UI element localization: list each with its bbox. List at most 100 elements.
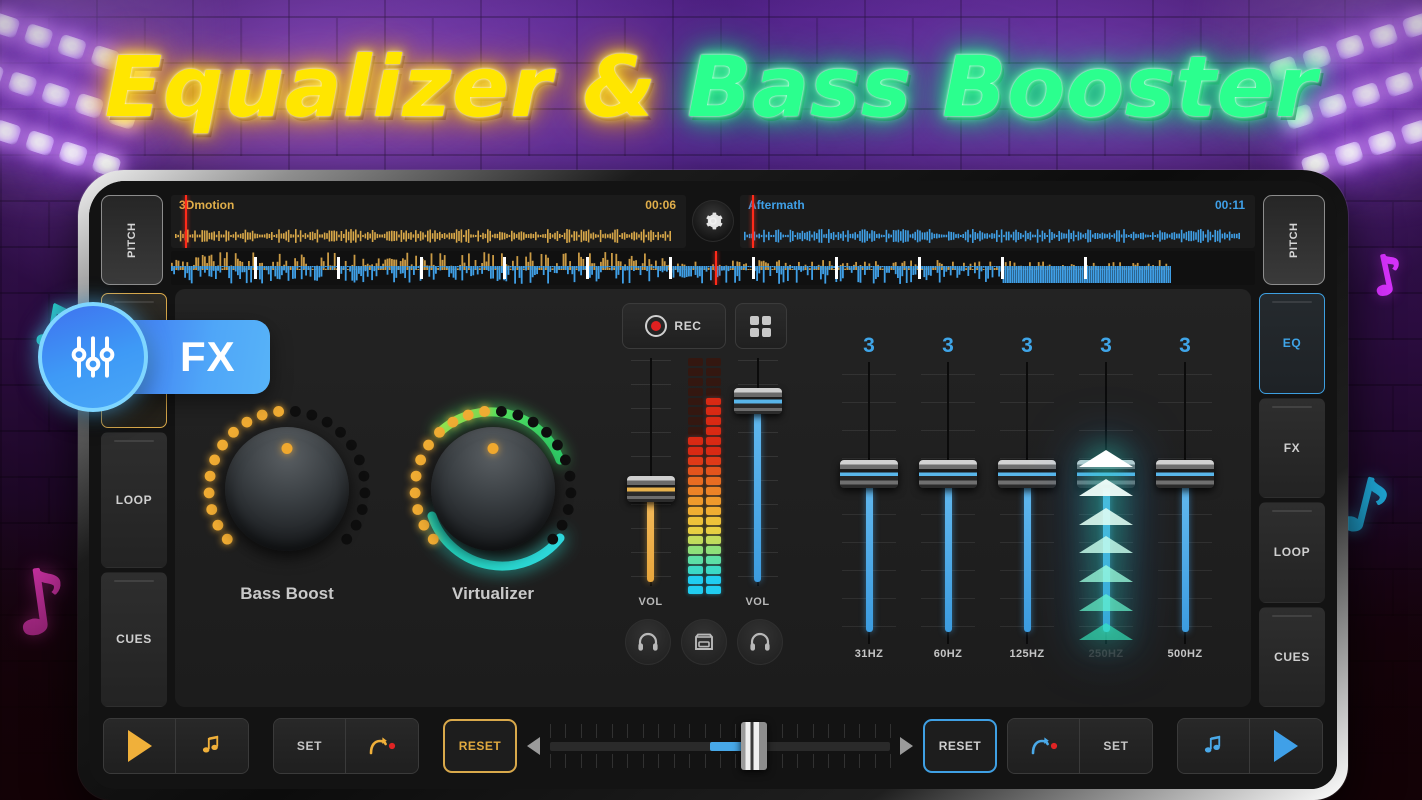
bass-boost-knob-group[interactable]: Bass Boost xyxy=(192,388,382,608)
eq-value-125hz: 3 xyxy=(1021,334,1033,357)
page-title: Equalizer & Bass Booster xyxy=(0,38,1422,136)
right-tab-strip: EQ FX LOOP CUES xyxy=(1259,289,1325,707)
sidebar-item-eq-right[interactable]: EQ xyxy=(1259,293,1325,394)
sidebar-item-loop-left[interactable]: LOOP xyxy=(101,432,167,568)
transport-bar: SET RESET RESET SET xyxy=(89,707,1337,789)
play-icon xyxy=(127,730,152,762)
deck-left[interactable]: 3Dmotion 00:06 xyxy=(171,195,686,248)
headphones-icon xyxy=(750,632,770,651)
eq-band-250hz[interactable]: 3 250HZ xyxy=(1077,334,1135,664)
eq-handle[interactable] xyxy=(919,460,977,488)
eq-frequency-label: 250HZ xyxy=(1088,648,1124,660)
set-button-right[interactable]: SET xyxy=(1080,719,1152,773)
fader-label-right: VOL xyxy=(745,596,770,608)
play-icon xyxy=(1274,730,1298,762)
library-crate-button[interactable] xyxy=(681,619,727,665)
virtualizer-knob[interactable] xyxy=(431,427,555,551)
fx-callout-badge[interactable]: FX xyxy=(38,302,270,412)
eq-band-60hz[interactable]: 3 60HZ xyxy=(919,334,977,664)
bass-boost-label: Bass Boost xyxy=(240,584,334,603)
crossfader-track[interactable] xyxy=(550,718,891,774)
play-button-left[interactable] xyxy=(104,719,176,773)
eq-handle[interactable] xyxy=(1156,460,1214,488)
bass-boost-knob[interactable] xyxy=(225,427,349,551)
library-button-right[interactable] xyxy=(1178,719,1250,773)
set-button-left[interactable]: SET xyxy=(274,719,346,773)
eq-value-500hz: 3 xyxy=(1179,334,1191,357)
eq-slider-500hz[interactable] xyxy=(1156,362,1214,644)
volume-faders: VOL VOL xyxy=(626,357,782,608)
crossfader[interactable] xyxy=(527,718,913,774)
loop-record-button-right[interactable] xyxy=(1008,719,1080,773)
deck-right[interactable]: Aftermath 00:11 xyxy=(740,195,1255,248)
volume-fader-right[interactable]: VOL xyxy=(733,358,782,608)
sidebar-item-loop-right[interactable]: LOOP xyxy=(1259,502,1325,603)
eq-frequency-label: 31HZ xyxy=(854,648,884,660)
vu-meter xyxy=(687,357,721,594)
overview-waveform[interactable] xyxy=(171,250,1255,285)
virtualizer-knob-group[interactable]: Virtualizer xyxy=(398,388,588,608)
fader-handle-left[interactable] xyxy=(626,476,675,502)
vu-meter-right xyxy=(705,357,721,594)
deck-right-time: 00:11 xyxy=(1214,198,1245,212)
cue-button-left[interactable] xyxy=(625,619,671,665)
cue-buttons xyxy=(625,619,783,665)
eq-slider-31hz[interactable] xyxy=(840,362,898,644)
deck-right-playhead xyxy=(752,195,754,248)
settings-button[interactable] xyxy=(686,195,740,248)
pads-button[interactable] xyxy=(734,303,787,349)
deck-left-track-name: 3Dmotion xyxy=(179,198,235,212)
prev-icon[interactable] xyxy=(527,737,540,755)
app-screen: PITCH 3Dmotion 00:06 Aftermath 00:11 PIT… xyxy=(89,181,1337,789)
mixer-column: REC VOL VOL xyxy=(605,289,803,707)
record-button-label: REC xyxy=(674,319,702,333)
loop-record-button-left[interactable] xyxy=(346,719,418,773)
deck-right-track-name: Aftermath xyxy=(748,198,805,212)
eq-fill xyxy=(1023,480,1031,632)
fader-fill-right xyxy=(754,402,761,582)
pitch-button-left[interactable]: PITCH xyxy=(101,195,163,285)
crossfader-handle[interactable] xyxy=(741,722,767,770)
eq-slider-250hz[interactable] xyxy=(1077,362,1135,644)
deck-left-time: 00:06 xyxy=(645,198,676,212)
cue-button-right[interactable] xyxy=(737,619,783,665)
eq-band-31hz[interactable]: 3 31HZ xyxy=(840,334,898,664)
reset-button-right[interactable]: RESET xyxy=(923,719,997,773)
deck-waveforms: 3Dmotion 00:06 Aftermath 00:11 xyxy=(171,195,1255,285)
main-body: FX LOOP CUES Bass Boost xyxy=(89,289,1337,707)
fx-callout-circle xyxy=(38,302,148,412)
eq-fill xyxy=(944,480,952,632)
volume-fader-left[interactable]: VOL xyxy=(626,358,675,608)
eq-handle[interactable] xyxy=(1077,460,1135,488)
eq-fill xyxy=(1181,480,1189,632)
pitch-button-right[interactable]: PITCH xyxy=(1263,195,1325,285)
eq-band-500hz[interactable]: 3 500HZ xyxy=(1156,334,1214,664)
eq-handle[interactable] xyxy=(998,460,1056,488)
eq-handle[interactable] xyxy=(840,460,898,488)
eq-band-125hz[interactable]: 3 125HZ xyxy=(998,334,1056,664)
fader-handle-right[interactable] xyxy=(733,388,782,414)
vu-meter-left xyxy=(687,357,703,594)
eq-slider-125hz[interactable] xyxy=(998,362,1056,644)
deck-right-waveform xyxy=(744,229,1240,243)
music-notes-icon xyxy=(202,735,219,753)
sidebar-item-cues-right[interactable]: CUES xyxy=(1259,606,1325,707)
record-icon xyxy=(645,315,668,337)
eq-fill xyxy=(865,480,873,632)
loop-record-icon xyxy=(369,737,396,755)
reset-button-left[interactable]: RESET xyxy=(443,719,517,773)
eq-slider-60hz[interactable] xyxy=(919,362,977,644)
deck-left-playhead xyxy=(185,195,187,248)
sidebar-item-cues-left[interactable]: CUES xyxy=(101,571,167,707)
next-icon[interactable] xyxy=(900,737,913,755)
right-transport-group xyxy=(1177,718,1323,774)
sliders-icon xyxy=(71,336,115,378)
equalizer-area: 3 31HZ 3 60HZ 3 125HZ 3 250HZ 3 500HZ xyxy=(803,289,1251,707)
record-button[interactable]: REC xyxy=(621,303,726,349)
control-panel: Bass Boost Virtualizer REC VOL VOL 3 31H… xyxy=(175,289,1251,707)
library-button-left[interactable] xyxy=(176,719,248,773)
sidebar-item-fx-right[interactable]: FX xyxy=(1259,397,1325,498)
play-button-right[interactable] xyxy=(1250,719,1322,773)
title-part-two: Bass Booster xyxy=(687,38,1318,136)
grid-icon xyxy=(750,315,771,337)
